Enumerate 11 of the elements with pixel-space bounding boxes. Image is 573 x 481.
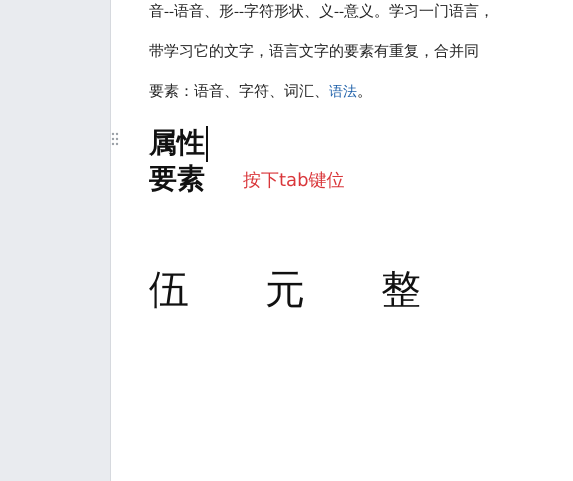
annotation-text: 按下tab键位 xyxy=(243,169,345,192)
paragraph-line: 带学习它的文字，语言文字的要素有重复，合并同 xyxy=(149,42,480,62)
grammar-link[interactable]: 语法 xyxy=(329,84,357,100)
paragraph-line: 要素：语音、字符、词汇、语法。 xyxy=(149,82,373,102)
drag-handle-icon[interactable] xyxy=(111,132,119,146)
amount-character: 整 xyxy=(381,266,421,314)
heading-text: 属性 xyxy=(149,126,208,162)
amount-character: 伍 xyxy=(149,266,189,314)
paragraph-line: 音--语音、形--字符形状、义--意义。学习一门语言， xyxy=(149,2,495,22)
heading-text: 要素 xyxy=(149,163,205,197)
amount-character: 元 xyxy=(265,266,305,314)
